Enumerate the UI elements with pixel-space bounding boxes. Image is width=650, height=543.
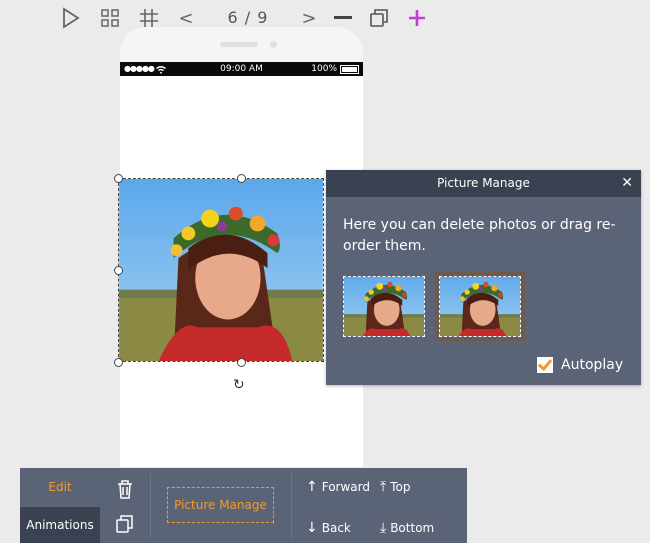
resize-handle-bottom-left[interactable] <box>114 358 123 367</box>
duplicate-icon[interactable] <box>367 6 391 30</box>
copy-icon[interactable] <box>114 513 136 535</box>
phone-status-bar: ●●●●● 09:00 AM 100% <box>120 62 363 76</box>
battery-icon <box>340 64 359 74</box>
autoplay-checkbox[interactable] <box>537 357 553 373</box>
phone-speaker <box>220 42 258 47</box>
bottom-label: Bottom <box>390 521 435 535</box>
picture-manage-button[interactable]: Picture Manage <box>167 487 274 523</box>
photo-image <box>119 179 323 361</box>
close-icon[interactable]: ✕ <box>621 170 633 197</box>
thumbnail-image <box>440 277 520 336</box>
trash-icon[interactable] <box>114 478 136 500</box>
popup-description: Here you can delete photos or drag re-or… <box>343 217 616 254</box>
arrow-to-top-icon: ⤒ <box>380 479 387 495</box>
autoplay-label: Autoplay <box>561 357 624 373</box>
thumbnail-image <box>344 277 424 336</box>
battery-percent: 100% <box>311 64 337 74</box>
divider <box>150 473 151 538</box>
send-back-button[interactable]: ↓ Back <box>306 521 351 535</box>
plus-icon[interactable] <box>405 6 429 30</box>
arrow-up-icon: ↑ <box>306 479 318 495</box>
grid-icon[interactable] <box>98 6 122 30</box>
bring-forward-button[interactable]: ↑ Forward <box>306 480 370 494</box>
phone-camera <box>270 41 277 48</box>
resize-handle-bottom[interactable] <box>237 358 246 367</box>
forward-label: Forward <box>321 480 370 494</box>
page-indicator: 6 / 9 <box>227 8 269 27</box>
tab-edit[interactable]: Edit <box>20 468 100 506</box>
rotate-icon[interactable]: ↻ <box>233 377 245 393</box>
back-label: Back <box>321 521 351 535</box>
photo-thumbnail-selected[interactable] <box>435 272 525 341</box>
resize-handle-top-left[interactable] <box>114 174 123 183</box>
divider <box>291 473 292 538</box>
send-to-bottom-button[interactable]: ⤓ Bottom <box>380 521 434 535</box>
bottom-edit-bar: Edit Animations Picture Manage ↑ Forward… <box>20 468 467 543</box>
resize-handle-left[interactable] <box>114 266 123 275</box>
picture-manage-popup: Picture Manage ✕ Here you can delete pho… <box>326 170 641 385</box>
play-icon[interactable] <box>59 6 83 30</box>
photo-thumbnail[interactable] <box>343 276 425 337</box>
arrow-to-bottom-icon: ⤓ <box>380 520 387 536</box>
selected-photo[interactable] <box>118 178 324 362</box>
status-battery: 100% <box>311 62 359 76</box>
popup-title: Picture Manage <box>437 176 530 190</box>
bring-to-top-button[interactable]: ⤒ Top <box>380 480 410 494</box>
autoplay-toggle[interactable]: Autoplay <box>537 357 623 373</box>
arrow-down-icon: ↓ <box>306 520 318 536</box>
popup-header: Picture Manage ✕ <box>326 170 641 197</box>
top-label: Top <box>390 480 411 494</box>
resize-handle-top[interactable] <box>237 174 246 183</box>
phone-top-bezel <box>120 27 363 62</box>
tab-animations[interactable]: Animations <box>20 507 100 543</box>
